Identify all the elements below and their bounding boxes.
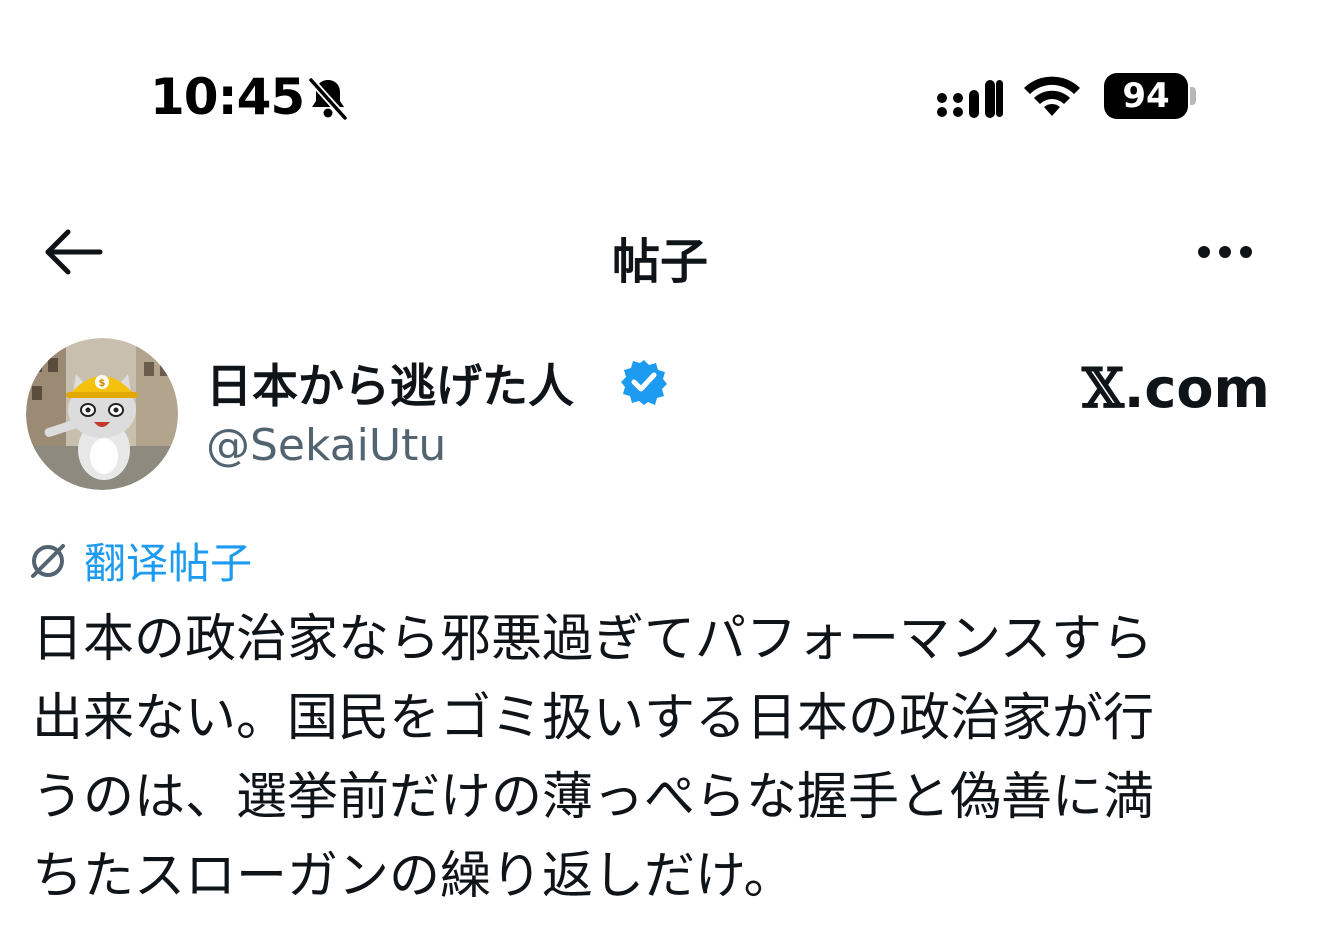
more-horizontal-icon bbox=[1198, 246, 1252, 258]
screen: 10:45 94 帖子 $ 日本から逃げた人 @SekaiUtu 𝕏.com 翻… bbox=[0, 0, 1320, 949]
x-logo-icon: 𝕏 bbox=[1082, 356, 1124, 420]
source-watermark: 𝕏.com bbox=[1082, 356, 1270, 420]
post-text-line: ちたスローガンの繰り返しだけ。 bbox=[32, 847, 795, 906]
translate-icon bbox=[31, 543, 65, 578]
post-text-line: 日本の政治家なら邪悪過ぎてパフォーマンスすら bbox=[32, 610, 1153, 669]
verified-badge-icon bbox=[621, 360, 667, 405]
bell-slash-icon bbox=[308, 77, 348, 121]
arrow-left-icon bbox=[45, 229, 103, 275]
source-domain: .com bbox=[1123, 357, 1270, 420]
avatar[interactable]: $ bbox=[26, 338, 178, 490]
battery-cap bbox=[1190, 87, 1196, 105]
post-text-line: うのは、選挙前だけの薄っぺらな握手と偽善に満 bbox=[32, 768, 1155, 827]
cellular-signal-icon bbox=[937, 80, 1003, 118]
post-text-line: 出来ない。国民をゴミ扱いする日本の政治家が行 bbox=[32, 689, 1155, 748]
more-options-button[interactable] bbox=[1194, 232, 1256, 272]
author-display-name[interactable]: 日本から逃げた人 bbox=[206, 350, 574, 416]
wifi-icon bbox=[1024, 76, 1080, 116]
translate-post-link[interactable]: 翻译帖子 bbox=[28, 530, 252, 591]
bottom-fade bbox=[0, 919, 1320, 949]
author-handle[interactable]: @SekaiUtu bbox=[206, 420, 446, 471]
status-time: 10:45 bbox=[150, 68, 305, 126]
translate-label: 翻译帖子 bbox=[84, 539, 253, 588]
battery-icon: 94 bbox=[1104, 73, 1188, 119]
post-body: 日本の政治家なら邪悪過ぎてパフォーマンスすら 出来ない。国民をゴミ扱いする日本の… bbox=[32, 600, 1292, 916]
battery-level: 94 bbox=[1122, 76, 1170, 116]
svg-text:$: $ bbox=[99, 378, 106, 389]
back-button[interactable] bbox=[40, 222, 108, 282]
page-title: 帖子 bbox=[611, 234, 708, 290]
